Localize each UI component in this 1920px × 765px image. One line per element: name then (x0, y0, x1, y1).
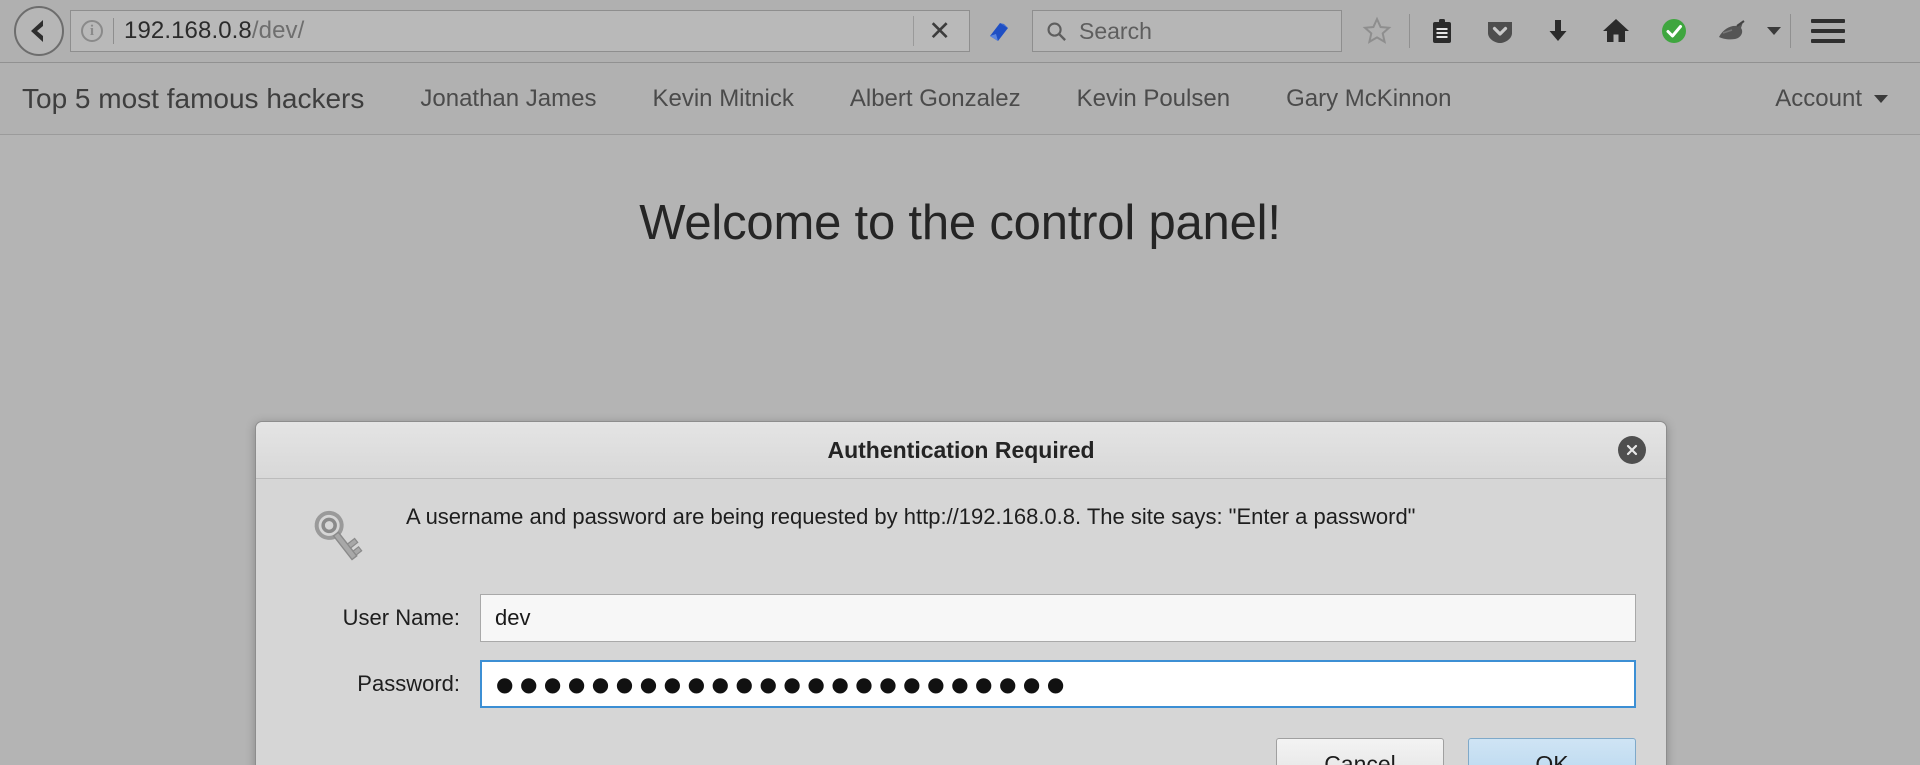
cancel-button[interactable]: Cancel (1276, 738, 1444, 765)
username-label: User Name: (342, 605, 460, 630)
dialog-body: A username and password are being reques… (256, 479, 1666, 714)
browser-toolbar: i 192.168.0.8/dev/ ✕ Search (0, 0, 1920, 63)
page-title: Welcome to the control panel! (639, 196, 1281, 250)
key-icon (306, 505, 378, 576)
home-icon[interactable] (1587, 8, 1645, 54)
chevron-down-icon (1874, 94, 1888, 103)
close-icon[interactable] (1618, 436, 1646, 464)
search-icon (1047, 21, 1066, 41)
dialog-title: Authentication Required (827, 436, 1095, 463)
back-button[interactable] (14, 6, 64, 56)
reader-list-icon[interactable] (1413, 8, 1471, 54)
chevron-down-icon (1767, 27, 1781, 35)
nav-link-gary-mckinnon[interactable]: Gary McKinnon (1286, 85, 1451, 113)
nav-link-albert-gonzalez[interactable]: Albert Gonzalez (850, 85, 1021, 113)
url-path: /dev/ (251, 17, 305, 44)
noscript-dropdown-icon[interactable] (1761, 8, 1787, 54)
site-info-icon[interactable]: i (81, 20, 103, 42)
password-masked-value: ●●●●●●●●●●●●●●●●●●●●●●●● (496, 672, 1071, 696)
password-input[interactable]: ●●●●●●●●●●●●●●●●●●●●●●●● (480, 660, 1636, 708)
dialog-titlebar: Authentication Required (256, 422, 1666, 479)
noscript-icon[interactable] (1703, 8, 1761, 54)
page-content: Top 5 most famous hackers Jonathan James… (0, 63, 1920, 765)
pocket-blue-icon[interactable] (970, 8, 1028, 54)
url-text: 192.168.0.8/dev/ (124, 17, 913, 45)
dialog-message-row: A username and password are being reques… (282, 501, 1640, 576)
search-input[interactable]: Search (1079, 18, 1152, 45)
dialog-footer: Cancel OK (256, 714, 1666, 765)
nav-link-kevin-poulsen[interactable]: Kevin Poulsen (1077, 85, 1230, 113)
url-clear-divider (913, 16, 915, 46)
account-menu[interactable]: Account (1775, 85, 1888, 113)
menu-hamburger-icon[interactable] (1798, 8, 1858, 54)
username-field-row: User Name: dev (282, 594, 1640, 642)
toolbar-divider-2 (1790, 14, 1791, 48)
url-divider (113, 18, 114, 44)
download-arrow-icon[interactable] (1529, 8, 1587, 54)
dialog-message: A username and password are being reques… (406, 504, 1416, 529)
password-label: Password: (357, 671, 460, 696)
toolbar-divider (1409, 14, 1410, 48)
back-arrow-icon (31, 20, 43, 42)
search-bar[interactable]: Search (1032, 10, 1342, 52)
ok-button[interactable]: OK (1468, 738, 1636, 765)
username-input[interactable]: dev (480, 594, 1636, 642)
password-field-row: Password: ●●●●●●●●●●●●●●●●●●●●●●●● (282, 660, 1640, 708)
nav-link-kevin-mitnick[interactable]: Kevin Mitnick (652, 85, 793, 113)
nav-link-jonathan-james[interactable]: Jonathan James (420, 85, 596, 113)
url-host: 192.168.0.8 (124, 17, 252, 44)
navbar-brand[interactable]: Top 5 most famous hackers (22, 83, 364, 115)
authentication-dialog: Authentication Required A username and p… (255, 421, 1667, 765)
bookmark-star-icon[interactable] (1348, 8, 1406, 54)
url-bar[interactable]: i 192.168.0.8/dev/ ✕ (70, 10, 970, 52)
pocket-shield-icon[interactable] (1471, 8, 1529, 54)
site-navbar: Top 5 most famous hackers Jonathan James… (0, 63, 1920, 135)
account-label: Account (1775, 84, 1862, 112)
shield-green-icon[interactable] (1645, 8, 1703, 54)
clear-url-icon[interactable]: ✕ (928, 18, 965, 45)
